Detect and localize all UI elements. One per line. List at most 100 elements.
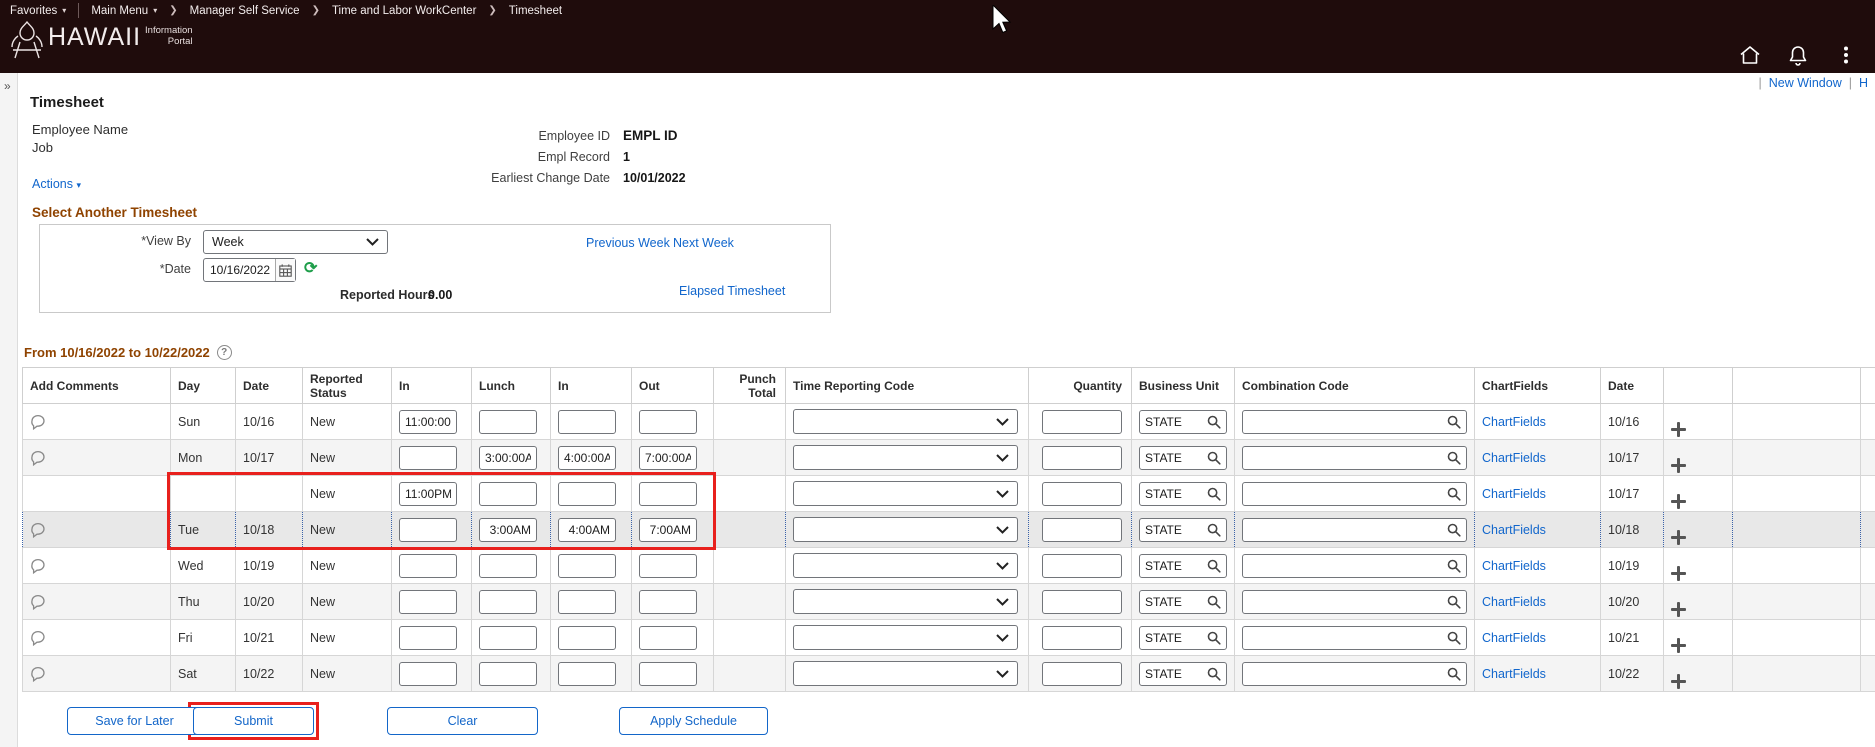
lookup-magnifier-icon[interactable] xyxy=(1447,451,1461,465)
in2-time-input[interactable] xyxy=(558,554,616,578)
lookup-magnifier-icon[interactable] xyxy=(1447,631,1461,645)
home-icon[interactable] xyxy=(1739,44,1761,66)
lookup-magnifier-icon[interactable] xyxy=(1207,487,1221,501)
combination-code-input[interactable] xyxy=(1248,559,1447,573)
actions-menu-link[interactable]: Actions ▾ xyxy=(32,177,81,191)
kebab-menu-icon[interactable] xyxy=(1835,44,1857,66)
lookup-magnifier-icon[interactable] xyxy=(1207,415,1221,429)
in-time-input[interactable] xyxy=(399,554,457,578)
in-time-input[interactable] xyxy=(399,446,457,470)
calendar-icon[interactable] xyxy=(275,259,295,281)
add-comment-icon[interactable] xyxy=(30,666,46,682)
chartfields-link[interactable]: ChartFields xyxy=(1482,523,1546,537)
out-time-input[interactable] xyxy=(639,626,697,650)
out-time-input[interactable] xyxy=(639,446,697,470)
time-reporting-code-select[interactable] xyxy=(793,517,1018,542)
business-unit-input[interactable] xyxy=(1145,595,1207,609)
business-unit-input[interactable] xyxy=(1145,559,1207,573)
help-link[interactable]: H xyxy=(1859,76,1868,90)
date-input[interactable] xyxy=(204,263,275,277)
in2-time-input[interactable] xyxy=(558,590,616,614)
add-comment-icon[interactable] xyxy=(30,450,46,466)
time-reporting-code-select[interactable] xyxy=(793,481,1018,506)
lunch-time-input[interactable] xyxy=(479,662,537,686)
quantity-input[interactable] xyxy=(1042,662,1122,686)
out-time-input[interactable] xyxy=(639,410,697,434)
lookup-magnifier-icon[interactable] xyxy=(1207,667,1221,681)
refresh-icon[interactable]: ⟳ xyxy=(304,259,317,279)
lookup-magnifier-icon[interactable] xyxy=(1447,595,1461,609)
in-time-input[interactable] xyxy=(399,410,457,434)
lunch-time-input[interactable] xyxy=(479,446,537,470)
lunch-time-input[interactable] xyxy=(479,518,537,542)
chartfields-link[interactable]: ChartFields xyxy=(1482,415,1546,429)
out-time-input[interactable] xyxy=(639,662,697,686)
chartfields-link[interactable]: ChartFields xyxy=(1482,595,1546,609)
apply-schedule-button[interactable]: Apply Schedule xyxy=(619,707,768,735)
lookup-magnifier-icon[interactable] xyxy=(1447,415,1461,429)
add-comment-icon[interactable] xyxy=(30,558,46,574)
in-time-input[interactable] xyxy=(399,482,457,506)
quantity-input[interactable] xyxy=(1042,518,1122,542)
combination-code-input[interactable] xyxy=(1248,631,1447,645)
business-unit-input[interactable] xyxy=(1145,487,1207,501)
add-comment-icon[interactable] xyxy=(30,594,46,610)
chartfields-link[interactable]: ChartFields xyxy=(1482,487,1546,501)
combination-code-input[interactable] xyxy=(1248,667,1447,681)
chartfields-link[interactable]: ChartFields xyxy=(1482,667,1546,681)
lookup-magnifier-icon[interactable] xyxy=(1447,487,1461,501)
time-reporting-code-select[interactable] xyxy=(793,445,1018,470)
save-for-later-button[interactable]: Save for Later xyxy=(67,707,202,735)
lunch-time-input[interactable] xyxy=(479,482,537,506)
out-time-input[interactable] xyxy=(639,554,697,578)
out-time-input[interactable] xyxy=(639,590,697,614)
in-time-input[interactable] xyxy=(399,590,457,614)
expand-sidebar-button[interactable]: » xyxy=(4,79,11,93)
in2-time-input[interactable] xyxy=(558,410,616,434)
out-time-input[interactable] xyxy=(639,518,697,542)
time-reporting-code-select[interactable] xyxy=(793,409,1018,434)
quantity-input[interactable] xyxy=(1042,446,1122,470)
lookup-magnifier-icon[interactable] xyxy=(1447,559,1461,573)
chartfields-link[interactable]: ChartFields xyxy=(1482,559,1546,573)
lunch-time-input[interactable] xyxy=(479,410,537,434)
chartfields-link[interactable]: ChartFields xyxy=(1482,631,1546,645)
combination-code-input[interactable] xyxy=(1248,451,1447,465)
quantity-input[interactable] xyxy=(1042,482,1122,506)
lunch-time-input[interactable] xyxy=(479,590,537,614)
quantity-input[interactable] xyxy=(1042,590,1122,614)
in2-time-input[interactable] xyxy=(558,626,616,650)
chartfields-link[interactable]: ChartFields xyxy=(1482,451,1546,465)
lookup-magnifier-icon[interactable] xyxy=(1207,595,1221,609)
lookup-magnifier-icon[interactable] xyxy=(1447,667,1461,681)
add-comment-icon[interactable] xyxy=(30,630,46,646)
lookup-magnifier-icon[interactable] xyxy=(1207,559,1221,573)
next-week-link[interactable]: Next Week xyxy=(673,236,734,250)
combination-code-input[interactable] xyxy=(1248,595,1447,609)
combination-code-input[interactable] xyxy=(1248,415,1447,429)
in2-time-input[interactable] xyxy=(558,518,616,542)
lunch-time-input[interactable] xyxy=(479,626,537,650)
in2-time-input[interactable] xyxy=(558,446,616,470)
breadcrumb-item[interactable]: Main Menu▾ xyxy=(91,5,157,17)
time-reporting-code-select[interactable] xyxy=(793,661,1018,686)
business-unit-input[interactable] xyxy=(1145,523,1207,537)
breadcrumb-item[interactable]: Time and Labor WorkCenter xyxy=(332,5,476,17)
business-unit-input[interactable] xyxy=(1145,451,1207,465)
help-icon[interactable]: ? xyxy=(217,345,232,360)
add-comment-icon[interactable] xyxy=(30,522,46,538)
submit-button[interactable]: Submit xyxy=(193,707,314,735)
lookup-magnifier-icon[interactable] xyxy=(1207,523,1221,537)
view-by-select[interactable]: Week xyxy=(203,230,388,254)
breadcrumb-item[interactable]: Timesheet xyxy=(509,5,562,17)
lunch-time-input[interactable] xyxy=(479,554,537,578)
breadcrumb-item[interactable]: Manager Self Service xyxy=(190,5,300,17)
in-time-input[interactable] xyxy=(399,518,457,542)
clear-button[interactable]: Clear xyxy=(387,707,538,735)
business-unit-input[interactable] xyxy=(1145,415,1207,429)
lookup-magnifier-icon[interactable] xyxy=(1207,451,1221,465)
quantity-input[interactable] xyxy=(1042,410,1122,434)
in2-time-input[interactable] xyxy=(558,482,616,506)
time-reporting-code-select[interactable] xyxy=(793,553,1018,578)
time-reporting-code-select[interactable] xyxy=(793,625,1018,650)
